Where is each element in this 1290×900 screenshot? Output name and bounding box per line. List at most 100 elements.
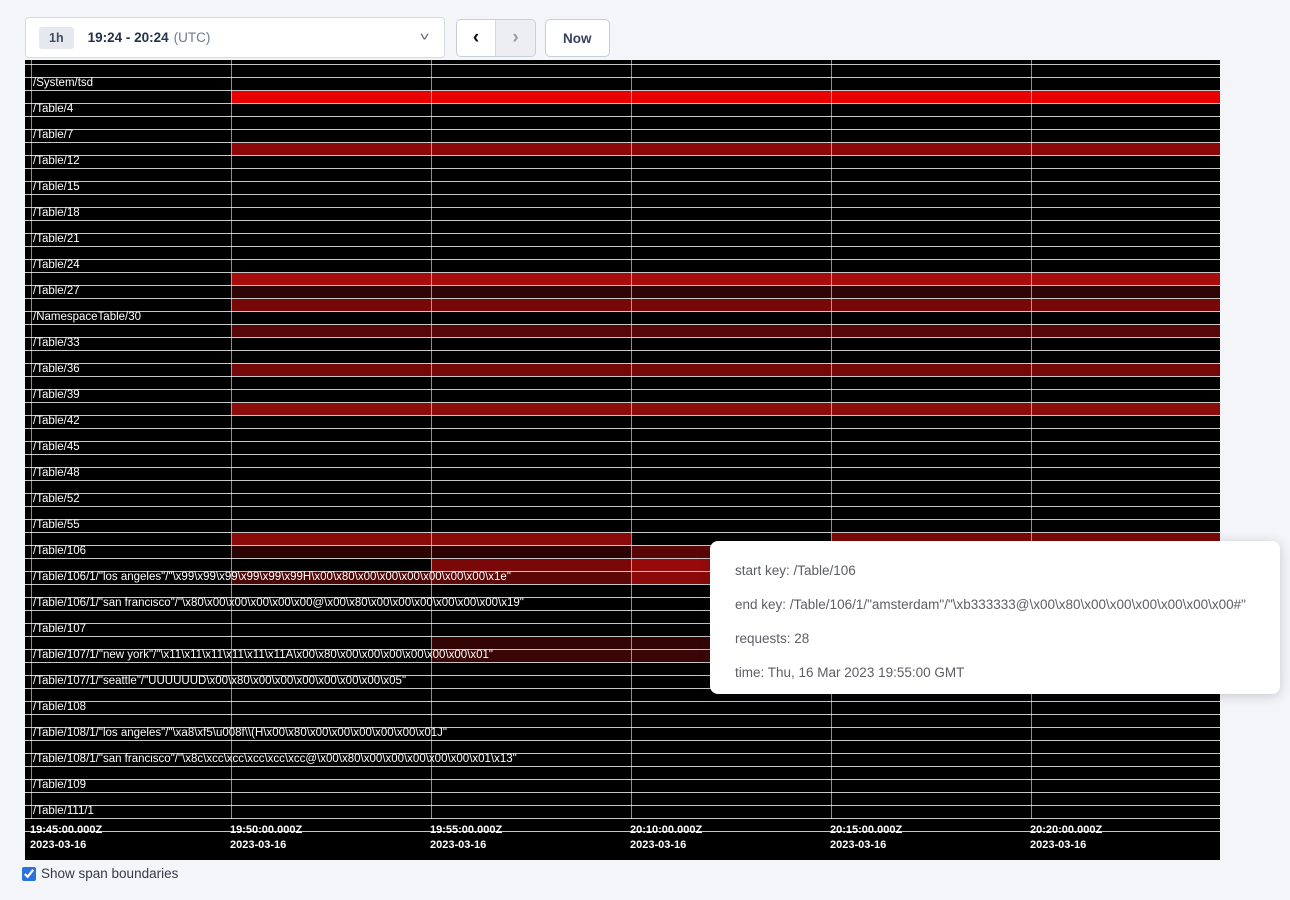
grid-line-vertical	[431, 60, 432, 819]
tick-time: 20:10:00.000Z	[630, 823, 702, 838]
row-key-label: /Table/52	[33, 493, 80, 506]
heat-band[interactable]	[231, 143, 1220, 155]
row-key-label: /Table/106	[33, 545, 86, 558]
grid-line-horizontal	[25, 77, 1220, 78]
span-boundaries-row: Show span boundaries	[22, 866, 178, 881]
heat-band[interactable]	[231, 273, 1220, 285]
row-key-label: /Table/108/1/"los angeles"/"\xa8\xf5\u00…	[33, 727, 447, 740]
row-key-label: /Table/33	[33, 337, 80, 350]
grid-line-horizontal	[25, 480, 1220, 481]
grid-line-horizontal	[25, 714, 1220, 715]
span-tooltip: start key: /Table/106 end key: /Table/10…	[710, 541, 1280, 694]
grid-line-horizontal	[25, 220, 1220, 221]
grid-line-horizontal	[25, 233, 1220, 234]
tick-date: 2023-03-16	[30, 838, 102, 853]
grid-line-horizontal	[25, 207, 1220, 208]
row-key-label: /Table/106/1/"los angeles"/"\x99\x99\x99…	[33, 571, 511, 584]
grid-line-horizontal	[25, 324, 1220, 325]
grid-line-vertical	[31, 60, 32, 819]
grid-line-horizontal	[25, 259, 1220, 260]
grid-line-horizontal	[25, 389, 1220, 390]
grid-line-horizontal	[25, 90, 1220, 91]
show-span-boundaries-checkbox[interactable]	[22, 867, 36, 881]
grid-line-horizontal	[25, 298, 1220, 299]
heat-band[interactable]	[231, 299, 1220, 311]
row-key-label: /Table/107/1/"seattle"/"UUUUUUD\x00\x80\…	[33, 675, 406, 688]
row-key-label: /Table/18	[33, 207, 80, 220]
grid-line-horizontal	[25, 350, 1220, 351]
time-axis-tick: 20:15:00.000Z2023-03-16	[830, 823, 902, 853]
grid-line-horizontal	[25, 64, 1220, 65]
grid-line-horizontal	[25, 818, 1220, 819]
next-time-button[interactable]: ›	[496, 20, 535, 56]
grid-line-horizontal	[25, 311, 1220, 312]
row-key-label: /Table/55	[33, 519, 80, 532]
grid-line-horizontal	[25, 116, 1220, 117]
tick-date: 2023-03-16	[230, 838, 302, 853]
grid-line-horizontal	[25, 467, 1220, 468]
row-key-label: /Table/111/1	[33, 805, 94, 818]
grid-line-horizontal	[25, 168, 1220, 169]
grid-line-horizontal	[25, 363, 1220, 364]
heat-band[interactable]	[431, 559, 631, 571]
grid-line-horizontal	[25, 532, 1220, 533]
grid-line-horizontal	[25, 766, 1220, 767]
tooltip-requests: requests: 28	[735, 625, 1280, 659]
grid-line-horizontal	[25, 519, 1220, 520]
row-key-label: /Table/15	[33, 181, 80, 194]
time-range-text: 19:24 - 20:24	[88, 30, 169, 45]
heat-band[interactable]	[231, 91, 1220, 103]
time-axis-tick: 19:45:00.000Z2023-03-16	[30, 823, 102, 853]
row-key-label: /Table/39	[33, 389, 80, 402]
grid-line-vertical	[231, 60, 232, 819]
row-key-label: /Table/21	[33, 233, 80, 246]
tooltip-time: time: Thu, 16 Mar 2023 19:55:00 GMT	[735, 659, 1280, 693]
row-key-label: /Table/36	[33, 363, 80, 376]
tick-date: 2023-03-16	[1030, 838, 1102, 853]
tick-time: 19:50:00.000Z	[230, 823, 302, 838]
row-key-label: /Table/24	[33, 259, 80, 272]
time-axis-tick: 19:50:00.000Z2023-03-16	[230, 823, 302, 853]
grid-line-horizontal	[25, 181, 1220, 182]
grid-line-horizontal	[25, 337, 1220, 338]
heat-band[interactable]	[231, 364, 1220, 376]
grid-line-horizontal	[25, 428, 1220, 429]
chevron-left-icon: ‹	[473, 27, 479, 49]
grid-line-horizontal	[25, 415, 1220, 416]
grid-line-horizontal	[25, 493, 1220, 494]
tick-time: 19:45:00.000Z	[30, 823, 102, 838]
grid-line-horizontal	[25, 272, 1220, 273]
tick-time: 20:20:00.000Z	[1030, 823, 1102, 838]
grid-line-horizontal	[25, 454, 1220, 455]
heat-band[interactable]	[231, 403, 1220, 415]
grid-line-horizontal	[25, 792, 1220, 793]
tick-time: 20:15:00.000Z	[830, 823, 902, 838]
grid-line-horizontal	[25, 402, 1220, 403]
grid-line-vertical	[631, 60, 632, 819]
show-span-boundaries-label: Show span boundaries	[41, 866, 178, 881]
row-key-label: /Table/42	[33, 415, 80, 428]
time-range-timezone: (UTC)	[174, 30, 211, 45]
row-key-label: /Table/109	[33, 779, 86, 792]
grid-line-horizontal	[25, 155, 1220, 156]
row-key-label: /Table/108/1/"san francisco"/"\x8c\xcc\x…	[33, 753, 517, 766]
row-key-label: /Table/106/1/"san francisco"/"\x80\x00\x…	[33, 597, 524, 610]
row-key-label: /Table/107/1/"new york"/"\x11\x11\x11\x1…	[33, 649, 493, 662]
heat-band[interactable]	[231, 286, 1220, 298]
now-button[interactable]: Now	[545, 19, 610, 57]
row-key-label: /Table/27	[33, 285, 80, 298]
prev-time-button[interactable]: ‹	[457, 20, 496, 56]
grid-line-vertical	[1031, 60, 1032, 819]
row-key-label: /Table/108	[33, 701, 86, 714]
row-key-label: /Table/7	[33, 129, 73, 142]
row-key-label: /Table/12	[33, 155, 80, 168]
grid-line-horizontal	[25, 805, 1220, 806]
time-nav-group: ‹ ›	[456, 19, 536, 57]
tick-date: 2023-03-16	[630, 838, 702, 853]
time-range-select[interactable]: 1h 19:24 - 20:24 (UTC) ˅	[25, 17, 445, 58]
tick-date: 2023-03-16	[830, 838, 902, 853]
chevron-right-icon: ›	[512, 27, 518, 49]
key-visualizer-heatmap[interactable]: /System/tsd/Table/4/Table/7/Table/12/Tab…	[25, 60, 1220, 860]
row-key-label: /System/tsd	[33, 77, 93, 90]
heat-band[interactable]	[231, 325, 1220, 337]
